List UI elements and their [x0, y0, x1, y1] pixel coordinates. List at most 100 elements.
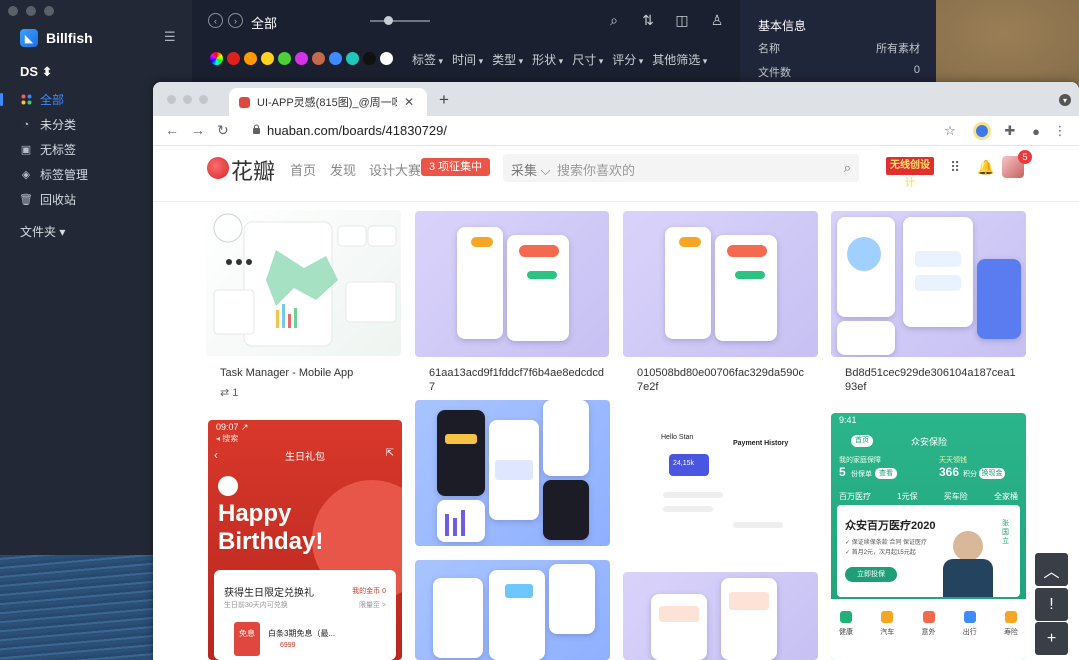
share-icon: ⇱ [385, 448, 394, 459]
color-swatch[interactable] [380, 52, 393, 65]
reload-icon[interactable]: ↻ [217, 122, 229, 139]
color-swatch[interactable] [312, 52, 325, 65]
skin-icon[interactable]: ♙ [709, 12, 725, 28]
stat1-button: 查看 [875, 468, 897, 479]
category-label: 汽车 [880, 629, 895, 636]
back-arrow-icon[interactable]: ← [165, 122, 179, 138]
scroll-top-button[interactable]: ︿ [1035, 553, 1068, 586]
search-icon[interactable]: ⌕ [844, 160, 851, 176]
tab-strip: UI-APP灵感(815图)_@周一呀收 ✕ + ▾ [153, 82, 1079, 116]
profile-icon[interactable]: ● [1027, 122, 1045, 140]
search-category-select[interactable]: 采集 ⌵ [511, 160, 550, 179]
pin-image-birthday[interactable]: 09:07 ↗ ◂ 搜索 生日礼包 ‹ ⇱ Happy Birthday! 获得… [208, 420, 402, 660]
minimize-window-button[interactable] [26, 6, 36, 16]
card-title: 获得生日限定兑换礼 [224, 588, 314, 599]
bookmark-star-icon[interactable]: ☆ [941, 122, 959, 140]
search-input[interactable]: 搜索你喜欢的 [557, 160, 635, 179]
zoom-window-button[interactable] [44, 6, 54, 16]
buy-now-button: 立即投保 [845, 567, 897, 582]
extension-active-icon[interactable] [973, 122, 991, 140]
huaban-logo[interactable]: 花瓣 [231, 154, 275, 186]
filter-dropdown[interactable]: 尺寸 [572, 51, 603, 68]
notification-count-badge: 5 [1018, 150, 1032, 164]
color-swatch[interactable] [346, 52, 359, 65]
headline-happy: Happy [218, 500, 292, 527]
back-button[interactable]: ‹ [208, 13, 223, 28]
pin-title[interactable]: Task Manager - Mobile App [220, 366, 400, 380]
forward-button[interactable]: › [228, 13, 243, 28]
color-swatch[interactable] [261, 52, 274, 65]
search-icon[interactable]: ⌕ [606, 12, 622, 28]
sort-icon[interactable]: ⇅ [640, 12, 656, 28]
home-pill: 首页 [851, 435, 873, 447]
color-swatch[interactable] [329, 52, 342, 65]
filter-dropdown[interactable]: 评分 [612, 51, 643, 68]
tab-search-icon[interactable]: ▾ [1059, 94, 1071, 106]
layout-icon[interactable]: ◫ [674, 12, 690, 28]
library-selector[interactable]: DS ⬍ [20, 64, 53, 80]
apps-grid-icon[interactable]: ⠿ [950, 159, 960, 176]
card-sub: 生日前30天内可兑换 [224, 602, 288, 609]
promo-banner[interactable]: 无线创设计 [886, 157, 934, 189]
filter-dropdown[interactable]: 标签 [412, 51, 443, 68]
filter-dropdown[interactable]: 时间 [452, 51, 483, 68]
thumbnail-size-slider[interactable] [370, 16, 430, 25]
contest-badge[interactable]: 3 项征集中 [421, 158, 491, 176]
browser-menu-icon[interactable]: ⋮ [1051, 122, 1069, 140]
browser-close-button[interactable] [167, 95, 176, 104]
pin-image-finance-app[interactable] [415, 400, 610, 546]
sidebar-item-label: 无标签 [40, 143, 77, 157]
stat1-label: 我的家庭保障 [839, 457, 881, 464]
nav-home[interactable]: 首页 [290, 160, 316, 179]
extensions-puzzle-icon[interactable]: ✚ [1001, 122, 1019, 140]
pin-image-food-app-2[interactable] [623, 211, 818, 357]
color-swatch[interactable] [227, 52, 240, 65]
color-wheel-icon[interactable] [210, 52, 223, 65]
browser-zoom-button[interactable] [199, 95, 208, 104]
stat1-unit: 份保单 [851, 471, 872, 478]
stat1-value: 5 [839, 465, 846, 479]
browser-minimize-button[interactable] [183, 95, 192, 104]
pin-image-payment-app[interactable]: Hello Stan Payment History 24,15k [623, 406, 818, 556]
filter-dropdown[interactable]: 类型 [492, 51, 523, 68]
feedback-button[interactable]: ! [1035, 588, 1068, 621]
pin-image-food-app-1[interactable] [415, 211, 609, 357]
url-field[interactable]: huaban.com/boards/41830729/ [267, 123, 447, 138]
item-label: 白条3期免息（最... [268, 629, 336, 638]
close-window-button[interactable] [8, 6, 18, 16]
pin-image-insurance[interactable]: 9:41 首页 众安保险 我的家庭保障 5 份保单 查看 天天领钱 366 积分… [831, 413, 1026, 660]
bell-icon[interactable]: 🔔 [977, 159, 994, 176]
folder-section-toggle[interactable]: 文件夹 ▾ [20, 223, 65, 240]
forward-arrow-icon[interactable]: → [191, 122, 205, 138]
window-controls [8, 6, 54, 16]
insurance-tab: 1元保 [897, 492, 918, 501]
insurance-category: 意外 [922, 611, 936, 637]
color-swatch[interactable] [278, 52, 291, 65]
pin-image-education-app[interactable] [623, 572, 818, 660]
new-tab-button[interactable]: + [439, 90, 449, 110]
color-swatch[interactable] [363, 52, 376, 65]
category-icon [1005, 611, 1017, 623]
pin-title[interactable]: 61aa13acd9f1fddcf7f6b4ae8edcdcd7 [429, 366, 609, 394]
pin-title[interactable]: 010508bd80e00706fac329da590c7e2f [637, 366, 809, 394]
info-row-count: 文件数 0 [758, 64, 920, 79]
filter-dropdown[interactable]: 其他筛选 [652, 51, 707, 68]
huaban-logo-icon[interactable] [207, 157, 229, 179]
nav-contest[interactable]: 设计大赛 [369, 160, 421, 179]
filter-dropdown[interactable]: 形状 [532, 51, 563, 68]
nav-discover[interactable]: 发现 [330, 160, 356, 179]
tab-huaban[interactable]: UI-APP灵感(815图)_@周一呀收 ✕ [229, 88, 427, 116]
close-icon[interactable]: ✕ [404, 95, 414, 109]
insurance-tabs: 百万医疗 1元保 买车险 全家桶 [839, 491, 1018, 502]
sidebar-menu-icon[interactable]: ☰ [164, 30, 178, 43]
pin-image-travel-app[interactable] [415, 560, 610, 660]
pin-image-health-app[interactable] [831, 211, 1026, 357]
browser-window: UI-APP灵感(815图)_@周一呀收 ✕ + ▾ ← → ↻ huaban.… [153, 82, 1079, 660]
phone-mockup [437, 410, 485, 496]
pin-image-task-manager[interactable] [206, 210, 401, 356]
color-swatch[interactable] [244, 52, 257, 65]
insurance-category: 健康 [839, 611, 853, 637]
create-button[interactable]: + [1035, 622, 1068, 655]
color-swatch[interactable] [295, 52, 308, 65]
pin-title[interactable]: Bd8d51cec929de306104a187cea193ef [845, 366, 1021, 394]
